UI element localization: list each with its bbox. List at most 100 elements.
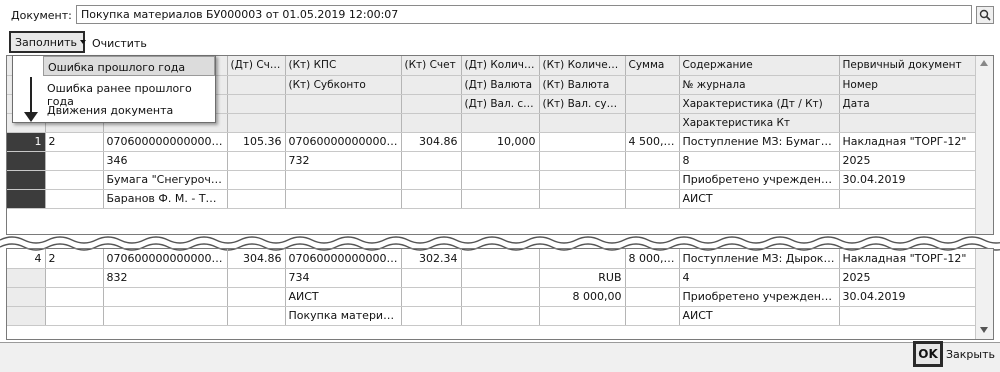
- ok-button[interactable]: OK: [913, 341, 943, 367]
- table-cell[interactable]: Накладная "ТОРГ-12": [839, 132, 976, 152]
- table-row[interactable]: Бумага "Снегурочка" А4 500л Приобретено у…: [7, 170, 976, 190]
- table-cell[interactable]: Бумага "Снегурочка" А4 500л: [103, 170, 228, 190]
- table-cell[interactable]: Накладная "ТОРГ-12": [839, 249, 976, 269]
- table-cell[interactable]: [401, 170, 462, 190]
- table-cell[interactable]: АИСТ: [285, 287, 402, 307]
- table-cell[interactable]: Баранов Ф. М. - Типография: [103, 189, 228, 209]
- table-cell[interactable]: [227, 170, 286, 190]
- table-cell[interactable]: [625, 306, 680, 326]
- table-cell[interactable]: [45, 151, 104, 171]
- table-cell[interactable]: 4: [7, 249, 46, 269]
- table-cell[interactable]: [461, 170, 540, 190]
- table-cell[interactable]: [45, 268, 104, 288]
- table-cell[interactable]: 4 500,00: [625, 132, 680, 152]
- table-cell[interactable]: [625, 268, 680, 288]
- table-cell[interactable]: [7, 170, 46, 190]
- table-cell[interactable]: 07060000000000000: [103, 132, 228, 152]
- table-cell[interactable]: 07060000000000244: [285, 132, 402, 152]
- table-cell[interactable]: RUB: [539, 268, 626, 288]
- table-cell[interactable]: 8 000,00: [539, 287, 626, 307]
- table-cell[interactable]: Поступление МЗ: Дырокол...: [679, 249, 840, 269]
- table-row[interactable]: 346 732 8 2025: [7, 151, 976, 171]
- table-cell[interactable]: 346: [103, 151, 228, 171]
- table-cell[interactable]: 732: [285, 151, 402, 171]
- menu-item-earlier-year-error[interactable]: Ошибка ранее прошлого года: [43, 78, 215, 108]
- table-cell[interactable]: Покупка материалов для типографии: [285, 306, 402, 326]
- table-cell[interactable]: 304.86: [401, 132, 462, 152]
- table-cell[interactable]: [625, 287, 680, 307]
- table-cell[interactable]: [401, 189, 462, 209]
- table-cell[interactable]: [539, 189, 626, 209]
- menu-item-prev-year-error[interactable]: Ошибка прошлого года: [43, 56, 215, 76]
- scroll-down-icon[interactable]: [980, 327, 988, 333]
- table-cell[interactable]: [103, 306, 228, 326]
- table-row[interactable]: Баранов Ф. М. - Типография АИСТ: [7, 189, 976, 209]
- table-row[interactable]: 832 734 RUB 4 2025: [7, 268, 976, 288]
- table-cell[interactable]: 832: [103, 268, 228, 288]
- table-cell[interactable]: [45, 287, 104, 307]
- table-cell[interactable]: 105.36: [227, 132, 286, 152]
- table-cell[interactable]: 302.34: [401, 249, 462, 269]
- table-cell[interactable]: [103, 287, 228, 307]
- table-cell[interactable]: [401, 151, 462, 171]
- table-cell[interactable]: Приобретено учреждением: [679, 287, 840, 307]
- table-cell[interactable]: 8: [679, 151, 840, 171]
- table-cell[interactable]: [45, 170, 104, 190]
- table-row[interactable]: АИСТ 8 000,00 Приобретено учреждением 30.04…: [7, 287, 976, 307]
- table-cell[interactable]: 10,000: [461, 132, 540, 152]
- table-cell[interactable]: [45, 189, 104, 209]
- table-cell[interactable]: 2025: [839, 268, 976, 288]
- table-cell[interactable]: [401, 268, 462, 288]
- document-field[interactable]: Покупка материалов БУ000003 от 01.05.201…: [76, 5, 972, 24]
- table-cell[interactable]: [7, 268, 46, 288]
- table-cell[interactable]: [625, 151, 680, 171]
- table-cell[interactable]: Поступление МЗ: Бумага "...: [679, 132, 840, 152]
- table-cell[interactable]: [45, 306, 104, 326]
- table-cell[interactable]: [7, 151, 46, 171]
- table-cell[interactable]: [401, 287, 462, 307]
- vertical-scrollbar[interactable]: [975, 56, 993, 234]
- table-cell[interactable]: [227, 151, 286, 171]
- scroll-up-icon[interactable]: [980, 60, 988, 66]
- table-cell[interactable]: [227, 189, 286, 209]
- table-cell[interactable]: [839, 306, 976, 326]
- table-cell[interactable]: 30.04.2019: [839, 287, 976, 307]
- table-cell[interactable]: [625, 170, 680, 190]
- table-cell[interactable]: [227, 306, 286, 326]
- table-cell[interactable]: [539, 151, 626, 171]
- table-cell[interactable]: 304.86: [227, 249, 286, 269]
- table-cell[interactable]: 07060000000000000: [103, 249, 228, 269]
- table-cell[interactable]: [227, 287, 286, 307]
- table-row[interactable]: 4 2 07060000000000000 304.86 070600000000002…: [7, 249, 976, 269]
- search-button[interactable]: [976, 6, 994, 24]
- table-cell[interactable]: [539, 249, 626, 269]
- table-cell[interactable]: [7, 287, 46, 307]
- clear-button[interactable]: Очистить: [92, 37, 147, 50]
- table-cell[interactable]: [461, 249, 540, 269]
- table-cell[interactable]: [285, 189, 402, 209]
- table-cell[interactable]: [625, 189, 680, 209]
- table-cell[interactable]: АИСТ: [679, 306, 840, 326]
- table-cell[interactable]: [7, 306, 46, 326]
- table-cell[interactable]: [461, 287, 540, 307]
- table-cell[interactable]: 734: [285, 268, 402, 288]
- fill-button[interactable]: Заполнить: [9, 31, 86, 53]
- table-cell[interactable]: [839, 189, 976, 209]
- close-button[interactable]: Закрыть: [946, 348, 995, 361]
- table-cell[interactable]: АИСТ: [679, 189, 840, 209]
- table-cell[interactable]: Приобретено учреждением: [679, 170, 840, 190]
- menu-item-document-movements[interactable]: Движения документа: [43, 100, 215, 120]
- vertical-scrollbar-bottom[interactable]: [975, 249, 993, 339]
- table-row[interactable]: Покупка материалов для типографии АИСТ: [7, 306, 976, 326]
- table-cell[interactable]: 2: [45, 132, 104, 152]
- table-cell[interactable]: [461, 189, 540, 209]
- table-cell[interactable]: [401, 306, 462, 326]
- table-cell[interactable]: 4: [679, 268, 840, 288]
- table-cell[interactable]: [461, 268, 540, 288]
- table-cell[interactable]: 2: [45, 249, 104, 269]
- table-cell[interactable]: [461, 151, 540, 171]
- table-cell[interactable]: 07060000000000244: [285, 249, 402, 269]
- table-cell[interactable]: [539, 132, 626, 152]
- table-cell[interactable]: [539, 170, 626, 190]
- table-cell[interactable]: [227, 268, 286, 288]
